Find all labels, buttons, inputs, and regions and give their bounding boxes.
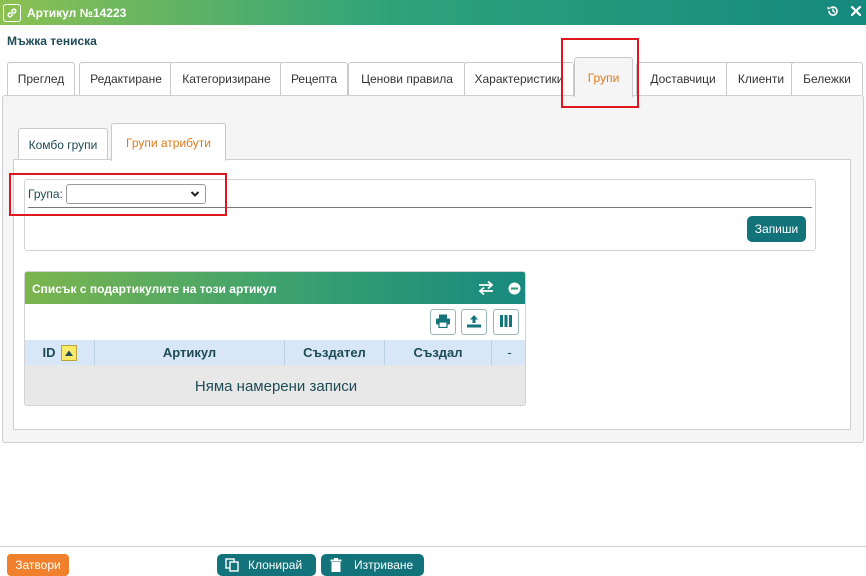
copy-icon bbox=[225, 558, 239, 572]
close-icon[interactable] bbox=[850, 5, 862, 20]
save-button[interactable]: Запиши bbox=[747, 216, 806, 242]
trash-icon bbox=[330, 558, 342, 572]
tab-clients[interactable]: Клиенти bbox=[726, 62, 796, 95]
column-article[interactable]: Артикул bbox=[95, 340, 285, 365]
subtab-attribute-groups[interactable]: Групи атрибути bbox=[111, 123, 226, 161]
grid-toolbar bbox=[25, 304, 525, 340]
chevron-down-icon bbox=[190, 186, 200, 205]
clone-label: Клонирай bbox=[248, 558, 303, 572]
column-id[interactable]: ID bbox=[25, 340, 95, 365]
upload-icon bbox=[466, 314, 482, 331]
subtab-combo-groups[interactable]: Комбо групи bbox=[18, 128, 108, 161]
column-id-label: ID bbox=[42, 345, 56, 360]
subarticles-grid: Списък с подартикулите на този артикул I… bbox=[24, 271, 526, 406]
delete-label: Изтриване bbox=[354, 558, 414, 572]
link-icon bbox=[3, 3, 21, 22]
tab-edit[interactable]: Редактиране bbox=[79, 62, 173, 95]
print-button[interactable] bbox=[430, 309, 456, 335]
footer-divider bbox=[0, 546, 866, 547]
group-label: Група: bbox=[28, 187, 63, 201]
grid-title: Списък с подартикулите на този артикул bbox=[32, 282, 277, 296]
tab-recipe[interactable]: Рецепта bbox=[280, 62, 348, 95]
form-divider bbox=[28, 207, 812, 208]
group-select[interactable] bbox=[66, 184, 206, 204]
tab-characteristics[interactable]: Характеристики bbox=[464, 62, 574, 95]
print-icon bbox=[435, 314, 451, 331]
tab-overview[interactable]: Преглед bbox=[7, 62, 75, 95]
column-created[interactable]: Създал bbox=[385, 340, 492, 365]
column-actions: - bbox=[492, 340, 525, 365]
columns-button[interactable] bbox=[493, 309, 519, 335]
export-button[interactable] bbox=[461, 309, 487, 335]
swap-icon[interactable] bbox=[477, 280, 495, 299]
column-creator[interactable]: Създател bbox=[285, 340, 385, 365]
tab-suppliers[interactable]: Доставчици bbox=[636, 62, 730, 95]
tab-notes[interactable]: Бележки bbox=[791, 62, 863, 95]
collapse-icon[interactable] bbox=[508, 282, 521, 298]
columns-icon bbox=[499, 314, 513, 331]
window-title: Артикул №14223 bbox=[27, 5, 127, 20]
grid-header: Списък с подартикулите на този артикул bbox=[25, 272, 525, 304]
empty-message: Няма намерени записи bbox=[25, 365, 525, 405]
sort-asc-icon[interactable] bbox=[60, 344, 77, 361]
tab-groups[interactable]: Групи bbox=[574, 57, 633, 97]
window-titlebar: Артикул №14223 bbox=[0, 0, 866, 25]
tab-categorize[interactable]: Категоризиране bbox=[170, 62, 283, 95]
tab-price-rules[interactable]: Ценови правила bbox=[348, 62, 466, 95]
product-name: Мъжка тениска bbox=[7, 34, 97, 48]
history-icon[interactable] bbox=[826, 4, 840, 21]
